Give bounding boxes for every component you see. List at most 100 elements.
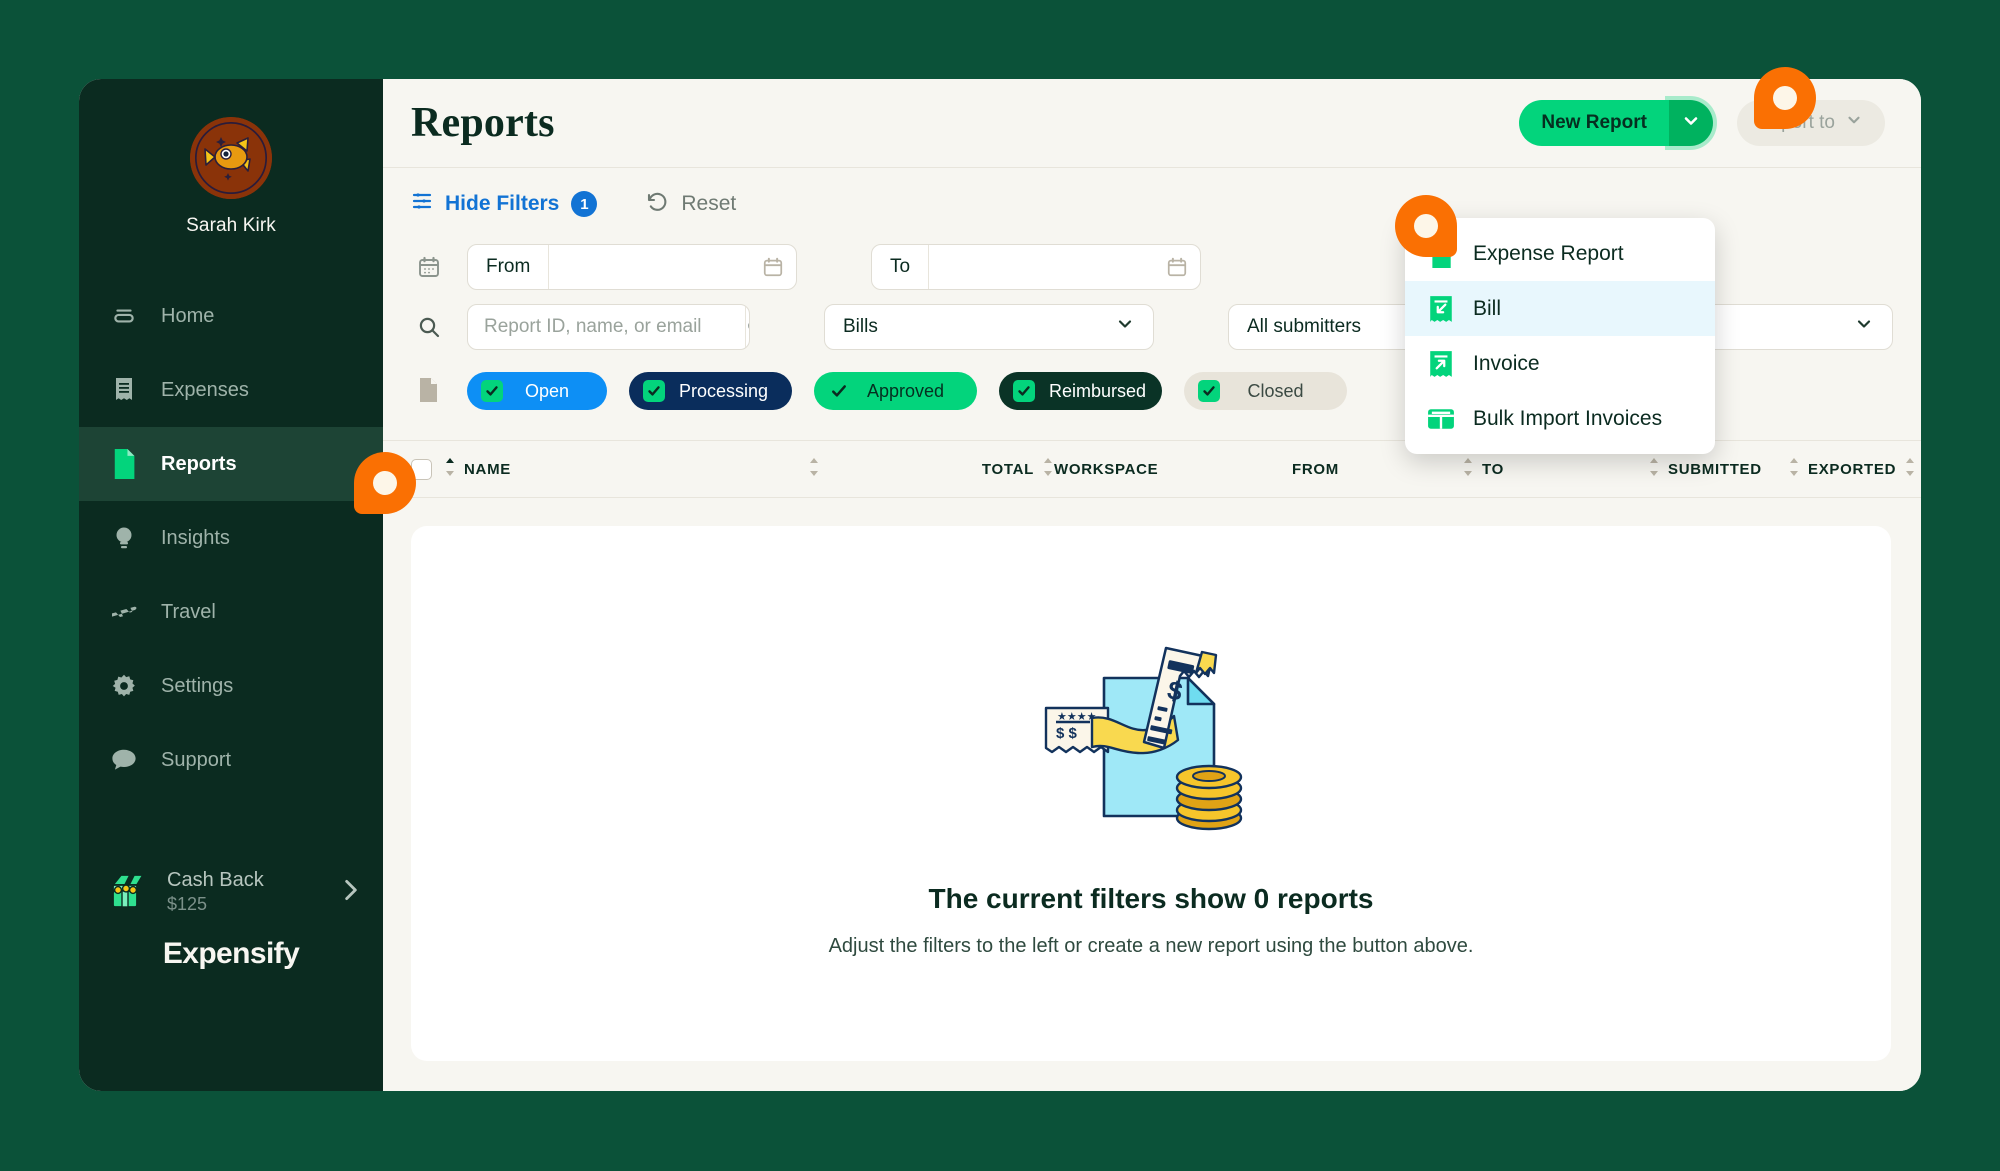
column-header-name[interactable]: NAME (444, 457, 808, 481)
status-chip-closed[interactable]: Closed (1184, 372, 1347, 410)
sidebar-nav: Home Expenses Reports Insights Travel Se… (79, 279, 383, 797)
to-date-field[interactable]: To (871, 244, 1201, 290)
column-header-to[interactable]: TO (1462, 457, 1648, 481)
chevron-down-icon (1840, 314, 1874, 340)
sidebar-item-label: Home (161, 304, 215, 327)
sort-arrows-icon (1904, 457, 1916, 481)
to-label: To (872, 245, 930, 289)
sidebar-item-travel[interactable]: Travel (79, 575, 383, 649)
sort-arrows-icon (1788, 457, 1800, 481)
invoice-receipt-icon (1427, 350, 1455, 378)
menu-item-bulk-import-invoices[interactable]: Bulk Import Invoices (1405, 391, 1715, 446)
status-chip-reimbursed[interactable]: Reimbursed (999, 372, 1162, 410)
page-title: Reports (411, 100, 555, 146)
column-header-label: TO (1482, 460, 1504, 478)
filter-list-icon (411, 191, 433, 217)
sidebar-item-label: Insights (161, 526, 230, 549)
from-date-value[interactable] (549, 245, 762, 289)
status-chip-processing[interactable]: Processing (629, 372, 792, 410)
marker-reports-nav (354, 452, 416, 514)
bill-receipt-icon (1427, 295, 1455, 323)
status-chip-label: Processing (679, 380, 769, 401)
sort-arrows-icon (444, 457, 456, 481)
column-header-label: WORKSPACE (1054, 460, 1159, 478)
column-header-label: EXPORTED (1808, 460, 1897, 478)
menu-item-invoice[interactable]: Invoice (1405, 336, 1715, 391)
new-report-split-button: New Report (1519, 100, 1713, 146)
report-type-select[interactable]: Bills (824, 304, 1154, 350)
reset-label: Reset (681, 192, 737, 215)
search-submit-button[interactable] (745, 305, 749, 349)
calendar-small-icon[interactable] (1166, 256, 1200, 278)
column-header-total[interactable]: TOTAL (960, 457, 1054, 481)
sort-arrows-icon (808, 457, 820, 481)
to-date-value[interactable] (929, 245, 1166, 289)
sidebar-item-label: Expenses (161, 378, 249, 401)
column-header-label: TOTAL (981, 460, 1034, 478)
status-chip-label: Open (524, 380, 570, 401)
cash-back-label: Cash Back (167, 869, 264, 891)
column-header-sort-middle[interactable] (808, 457, 960, 481)
hide-filters-button[interactable]: Hide Filters 1 (411, 191, 598, 217)
menu-item-label: Invoice (1473, 351, 1540, 375)
sidebar-item-label: Settings (161, 674, 234, 697)
document-icon (109, 449, 139, 479)
main-content: Reports New Report Export to (383, 79, 1921, 1091)
menu-item-label: Bulk Import Invoices (1473, 406, 1663, 430)
svg-text:★★★★: ★★★★ (1057, 711, 1097, 723)
column-header-from[interactable]: FROM (1292, 461, 1462, 478)
menu-item-label: Bill (1473, 296, 1502, 320)
check-icon[interactable] (828, 380, 850, 402)
from-label: From (468, 245, 550, 289)
column-header-label: SUBMITTED (1668, 460, 1762, 478)
empty-state-card: ★★★★ $ $ $ The current filters show 0 re… (411, 526, 1891, 1061)
sidebar-item-settings[interactable]: Settings (79, 649, 383, 723)
filter-header: Hide Filters 1 Reset (411, 190, 1893, 218)
table-grid-icon (1427, 405, 1455, 433)
column-header-exported[interactable]: EXPORTED (1788, 457, 1916, 481)
menu-item-bill[interactable]: Bill (1405, 281, 1715, 336)
sort-arrows-icon (1648, 457, 1660, 481)
checkbox-checked-icon[interactable] (1198, 380, 1220, 402)
menu-item-label: Expense Report (1473, 241, 1624, 265)
search-icon (411, 315, 467, 339)
reset-filters-button[interactable]: Reset (645, 190, 736, 218)
column-header-label: FROM (1292, 460, 1339, 478)
search-input[interactable] (468, 305, 745, 349)
sidebar-item-support[interactable]: Support (79, 723, 383, 797)
empty-state-title: The current filters show 0 reports (928, 882, 1374, 914)
status-chip-open[interactable]: Open (467, 372, 607, 410)
status-chip-approved[interactable]: Approved (814, 372, 977, 410)
checkbox-checked-icon[interactable] (643, 380, 665, 402)
profile-block: Sarah Kirk (79, 117, 383, 237)
sidebar-item-label: Travel (161, 600, 216, 623)
column-header-submitted[interactable]: SUBMITTED (1648, 457, 1788, 481)
document-receipts-coins-illustration: ★★★★ $ $ $ (1036, 630, 1266, 845)
sidebar-item-label: Support (161, 748, 232, 771)
status-chip-label: Approved (866, 380, 945, 401)
sidebar-item-label: Reports (161, 452, 237, 475)
chevron-right-icon (341, 877, 361, 908)
chevron-down-icon (1845, 111, 1863, 135)
calendar-small-icon[interactable] (762, 256, 796, 278)
checkbox-checked-icon[interactable] (481, 380, 503, 402)
checkbox-checked-icon[interactable] (1013, 380, 1035, 402)
marker-new-report-caret (1754, 67, 1816, 129)
brand-logo: Expensify (162, 937, 300, 970)
sidebar: Sarah Kirk Home Expenses Reports Insight… (79, 79, 383, 1091)
from-date-field[interactable]: From (467, 244, 797, 290)
chevron-down-icon (1681, 111, 1701, 136)
column-header-label: NAME (464, 460, 511, 478)
sidebar-item-home[interactable]: Home (79, 279, 383, 353)
chevron-down-icon (1101, 314, 1135, 340)
column-header-workspace[interactable]: WORKSPACE (1054, 461, 1292, 478)
filter-count-badge: 1 (571, 191, 598, 217)
sidebar-item-insights[interactable]: Insights (79, 501, 383, 575)
new-report-caret-button[interactable] (1668, 100, 1713, 146)
sidebar-item-reports[interactable]: Reports (79, 427, 383, 501)
cash-back-item[interactable]: Cash Back $125 (79, 847, 383, 937)
avatar[interactable] (190, 117, 272, 199)
new-report-button[interactable]: New Report (1519, 100, 1669, 146)
content-area: ★★★★ $ $ $ The current filters show 0 re… (383, 498, 1921, 1091)
sidebar-item-expenses[interactable]: Expenses (79, 353, 383, 427)
